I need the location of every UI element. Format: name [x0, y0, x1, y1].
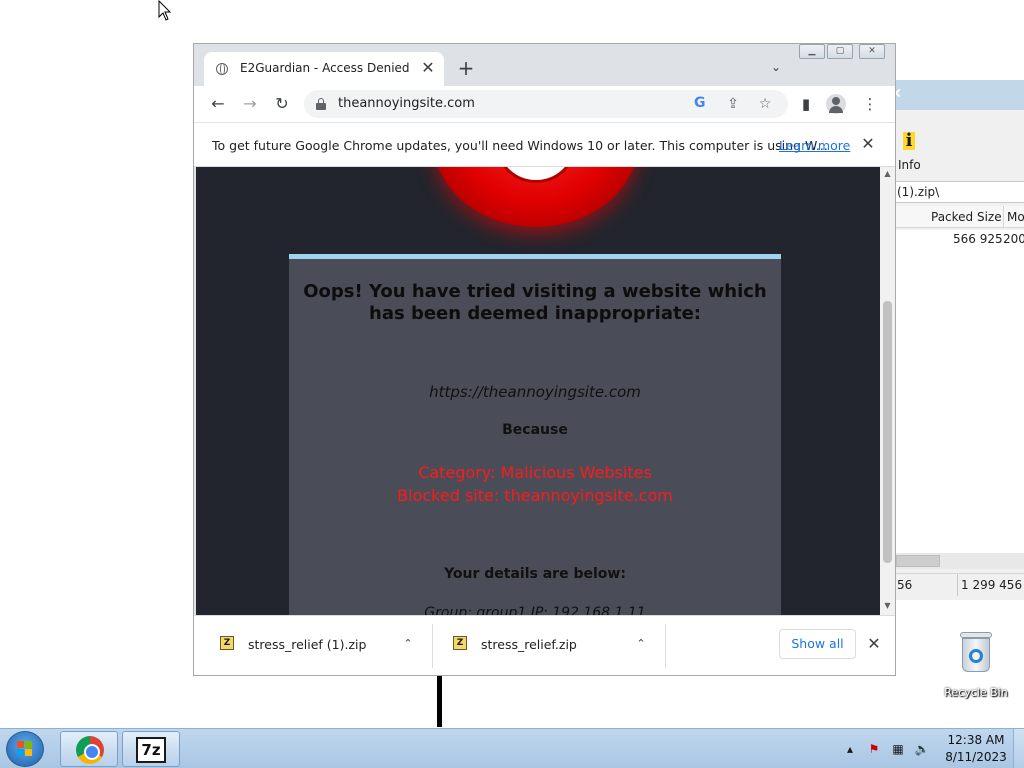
- 7zip-icon: 7z: [136, 737, 166, 763]
- show-all-button[interactable]: Show all: [779, 629, 856, 659]
- info-icon[interactable]: i: [903, 132, 915, 150]
- address-bar[interactable]: theannoyingsite.com G ⇪ ☆: [304, 90, 788, 118]
- status-total-size: 1 299 456: [957, 574, 1022, 596]
- profile-avatar-icon[interactable]: [826, 94, 846, 114]
- menu-icon[interactable]: ⋮: [858, 92, 882, 116]
- row-packed-size: 566 925: [953, 232, 1003, 246]
- bookmark-star-icon[interactable]: ☆: [756, 95, 774, 113]
- scroll-down-icon[interactable]: ▼: [880, 599, 895, 613]
- globe-icon: [216, 63, 228, 75]
- e2guardian-logo: [432, 167, 640, 227]
- vertical-scrollbar[interactable]: ▲ ▼: [880, 167, 895, 615]
- share-icon[interactable]: ⇪: [724, 95, 742, 113]
- tab-strip: E2Guardian - Access Denied ✕ + ⌄ ▁ ▢ ✕: [194, 44, 895, 86]
- block-heading: Oops! You have tried visiting a website …: [303, 281, 767, 324]
- desktop-line: [437, 675, 442, 727]
- table-row[interactable]: 566 925 2009: [894, 230, 1024, 248]
- google-icon[interactable]: G: [694, 95, 706, 111]
- window-controls: ▁ ▢ ✕: [799, 44, 891, 61]
- status-selected: 56: [897, 578, 913, 592]
- new-tab-button[interactable]: +: [453, 57, 479, 81]
- scroll-thumb[interactable]: [896, 555, 940, 567]
- download-shelf: Z stress_relief (1).zip ⌃ Z stress_relie…: [194, 615, 895, 675]
- tab-close-icon[interactable]: ✕: [419, 59, 437, 77]
- mouse-cursor-icon: [158, 0, 172, 21]
- column-modified[interactable]: Moc: [1003, 206, 1024, 228]
- horizontal-scrollbar[interactable]: [894, 553, 1024, 569]
- scroll-up-icon[interactable]: ▲: [880, 167, 895, 181]
- tab-e2guardian[interactable]: E2Guardian - Access Denied ✕: [204, 52, 444, 86]
- show-desktop-button[interactable]: [1013, 729, 1024, 768]
- divider: [665, 624, 666, 668]
- download-item[interactable]: Z stress_relief (1).zip ⌃: [214, 624, 446, 666]
- update-infobar: To get future Google Chrome updates, you…: [194, 122, 895, 167]
- info-button-label[interactable]: Info: [898, 158, 921, 172]
- system-tray: ▴ ⚑ ▦ 🔈 12:38 AM 8/11/2023: [840, 729, 1024, 768]
- row-modified: 2009: [1003, 232, 1024, 246]
- chrome-window[interactable]: E2Guardian - Access Denied ✕ + ⌄ ▁ ▢ ✕ ←…: [193, 43, 896, 676]
- category-line: Category: Malicious Websites: [418, 463, 652, 482]
- recycle-bin-shortcut[interactable]: Recycle Bin: [940, 628, 1012, 699]
- zip-file-icon: Z: [453, 636, 467, 650]
- forward-button[interactable]: →: [238, 92, 262, 116]
- back-button[interactable]: ←: [206, 92, 230, 116]
- recycle-bin-label: Recycle Bin: [944, 686, 1008, 699]
- sevenzip-column-header: Packed Size Moc: [894, 206, 1024, 228]
- start-button[interactable]: [6, 731, 44, 767]
- tab-search-chevron-icon[interactable]: ⌄: [767, 58, 785, 76]
- recycle-bin-icon: [958, 628, 994, 674]
- blocked-site-line: Blocked site: theannoyingsite.com: [397, 486, 673, 505]
- infobar-message: To get future Google Chrome updates, you…: [212, 138, 828, 153]
- chevron-up-icon[interactable]: ⌃: [400, 636, 416, 652]
- sevenzip-path-field[interactable]: (1).zip\: [894, 181, 1024, 203]
- volume-muted-icon[interactable]: 🔈: [914, 741, 930, 757]
- network-icon[interactable]: ▦: [890, 741, 906, 757]
- action-center-flag-icon[interactable]: ⚑: [866, 741, 882, 757]
- maximize-button[interactable]: ▢: [827, 44, 853, 59]
- group-ip-line: Group: group1 IP: 192.168.1.11: [424, 605, 646, 615]
- block-reason: Category: Malicious Websites Blocked sit…: [289, 461, 781, 507]
- blocked-url: https://theannoyingsite.com: [429, 383, 641, 401]
- block-message-box: Oops! You have tried visiting a website …: [289, 254, 781, 615]
- taskbar: 7z ▴ ⚑ ▦ 🔈 12:38 AM 8/11/2023: [0, 728, 1024, 768]
- shelf-close-icon[interactable]: ✕: [864, 634, 884, 654]
- learn-more-link[interactable]: Learn more: [779, 138, 850, 153]
- tab-title: E2Guardian - Access Denied: [240, 61, 410, 75]
- zip-file-icon: Z: [220, 636, 234, 650]
- sevenzip-window[interactable]: i Info (1).zip\ Packed Size Moc 566 925 …: [893, 80, 1024, 600]
- column-packed-size[interactable]: Packed Size: [931, 206, 1002, 228]
- reload-button[interactable]: ↻: [270, 92, 294, 116]
- divider: [432, 624, 433, 668]
- sevenzip-statusbar: 56 1 299 456: [894, 573, 1024, 597]
- chrome-icon: [76, 736, 104, 764]
- because-label: Because: [502, 422, 568, 438]
- chevron-up-icon[interactable]: ⌃: [633, 636, 649, 652]
- taskbar-7zip-button[interactable]: 7z: [122, 731, 180, 767]
- infobar-close-icon[interactable]: ✕: [858, 134, 878, 154]
- download-filename: stress_relief.zip: [481, 637, 577, 652]
- url-text[interactable]: theannoyingsite.com: [338, 96, 475, 111]
- blocked-page: Oops! You have tried visiting a website …: [196, 167, 880, 615]
- scroll-thumb[interactable]: [883, 301, 892, 563]
- minimize-button[interactable]: ▁: [799, 44, 825, 59]
- close-window-button[interactable]: ✕: [859, 44, 885, 59]
- windows-logo-icon: [17, 741, 33, 757]
- sevenzip-titlebar[interactable]: [894, 80, 1024, 110]
- clock-time[interactable]: 12:38 AM: [944, 733, 1008, 747]
- titlebar-arrow-icon: [894, 88, 904, 98]
- download-item[interactable]: Z stress_relief.zip ⌃: [447, 624, 679, 666]
- sevenzip-file-list[interactable]: [894, 248, 1024, 553]
- download-filename: stress_relief (1).zip: [248, 637, 367, 652]
- clock-date[interactable]: 8/11/2023: [944, 750, 1008, 764]
- browser-toolbar: ← → ↻ theannoyingsite.com G ⇪ ☆ ▮ ⋮: [194, 86, 895, 122]
- side-panel-icon[interactable]: ▮: [794, 92, 818, 116]
- lock-icon[interactable]: [316, 98, 326, 110]
- taskbar-chrome-button[interactable]: [60, 731, 118, 767]
- tray-expand-icon[interactable]: ▴: [842, 741, 858, 757]
- details-label: Your details are below:: [444, 566, 626, 582]
